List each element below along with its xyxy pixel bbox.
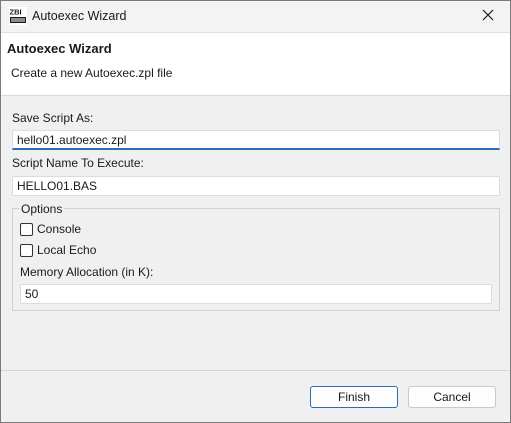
- wizard-title: Autoexec Wizard: [7, 41, 112, 56]
- save-script-input[interactable]: hello01.autoexec.zpl: [12, 130, 500, 150]
- wizard-window: ZBI Autoexec Wizard Autoexec Wizard Crea…: [0, 0, 511, 423]
- footer-divider: [1, 370, 510, 371]
- wizard-description: Create a new Autoexec.zpl file: [11, 66, 173, 80]
- cancel-button[interactable]: Cancel: [408, 386, 496, 408]
- wizard-header: Autoexec Wizard Create a new Autoexec.zp…: [1, 33, 510, 96]
- window-title: Autoexec Wizard: [32, 9, 127, 23]
- script-name-label: Script Name To Execute:: [12, 156, 144, 170]
- local-echo-label: Local Echo: [37, 243, 97, 257]
- options-legend: Options: [19, 202, 65, 216]
- save-script-label: Save Script As:: [12, 111, 94, 125]
- local-echo-checkbox[interactable]: [20, 243, 33, 257]
- memory-allocation-label: Memory Allocation (in K):: [20, 265, 154, 279]
- zbi-logo-icon: ZBI: [9, 7, 27, 25]
- memory-allocation-input[interactable]: 50: [20, 284, 492, 304]
- script-name-input[interactable]: HELLO01.BAS: [12, 176, 500, 196]
- app-icon-text: ZBI: [10, 8, 22, 17]
- local-echo-option[interactable]: Local Echo: [20, 243, 96, 257]
- console-checkbox[interactable]: [20, 222, 33, 236]
- console-label: Console: [37, 222, 82, 236]
- close-button[interactable]: [466, 1, 510, 32]
- close-icon: [482, 9, 494, 24]
- finish-button[interactable]: Finish: [310, 386, 398, 408]
- title-bar: ZBI Autoexec Wizard: [1, 1, 510, 33]
- console-option[interactable]: Console: [20, 222, 81, 236]
